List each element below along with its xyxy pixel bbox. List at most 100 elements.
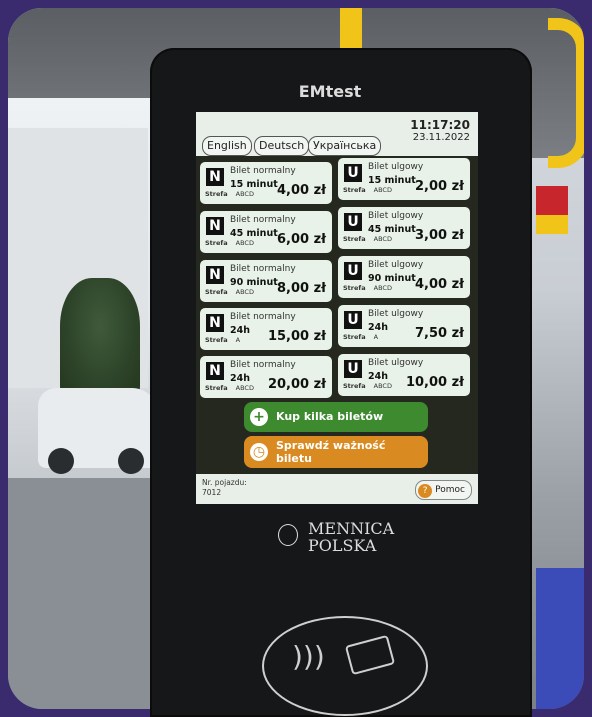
ticket-tile[interactable]: N Bilet normalny 45 minut Strefa ABCD 6,0… <box>200 211 332 253</box>
zone-value: ABCD <box>235 190 254 198</box>
help-button[interactable]: ? Pomoc <box>415 480 472 500</box>
emblem-icon <box>278 524 298 546</box>
ticket-duration: 24h <box>368 322 388 333</box>
ticket-name: Bilet normalny <box>230 312 296 322</box>
zone-label: Strefa <box>205 190 228 198</box>
ticket-tile[interactable]: U Bilet ulgowy 24h Strefa A 7,50 zł <box>338 305 470 347</box>
road <box>8 478 158 709</box>
ticket-tile[interactable]: U Bilet ulgowy 45 minut Strefa ABCD 3,00 … <box>338 207 470 249</box>
ticket-tile[interactable]: N Bilet normalny 15 minut Strefa ABCD 4,0… <box>200 162 332 204</box>
ticket-duration: 45 minut <box>230 228 278 239</box>
ticket-zone: Strefa A <box>205 336 240 344</box>
zone-value: ABCD <box>373 284 392 292</box>
logo-text: MENNICA POLSKA <box>308 520 394 554</box>
zone-value: A <box>235 336 241 344</box>
ticket-price: 10,00 zł <box>405 375 464 390</box>
lang-deutsch-button[interactable]: Deutsch <box>254 136 310 156</box>
zone-label: Strefa <box>205 239 228 247</box>
buy-multiple-label: Kup kilka biletów <box>276 410 384 423</box>
ticket-price: 4,00 zł <box>415 277 464 292</box>
contactless-reader[interactable] <box>262 616 428 716</box>
ticket-tile[interactable]: U Bilet ulgowy 24h Strefa ABCD 10,00 zł <box>338 354 470 396</box>
ticket-zone: Strefa ABCD <box>205 384 254 392</box>
ticket-zone: Strefa ABCD <box>343 235 392 243</box>
help-icon: ? <box>418 484 433 498</box>
ticket-name: Bilet ulgowy <box>368 162 424 172</box>
ticket-zone: Strefa ABCD <box>343 186 392 194</box>
ticket-tile[interactable]: N Bilet normalny 24h Strefa A 15,00 zł <box>200 308 332 350</box>
plus-icon: + <box>250 408 268 426</box>
ticket-price: 8,00 zł <box>277 281 326 296</box>
zone-value: ABCD <box>373 235 392 243</box>
zone-value: ABCD <box>235 384 254 392</box>
ticket-name: Bilet ulgowy <box>368 260 424 270</box>
touch-screen: English Deutsch Українська 11:17:20 23.1… <box>196 112 478 504</box>
car-wheel <box>118 448 144 474</box>
ticket-name: Bilet ulgowy <box>368 211 424 221</box>
ticket-duration: 24h <box>230 373 250 384</box>
lang-ukrainian-button[interactable]: Українська <box>308 136 382 156</box>
ticket-name: Bilet ulgowy <box>368 309 424 319</box>
buy-multiple-button[interactable]: + Kup kilka biletów <box>244 402 428 432</box>
device-brand: EMtest <box>298 82 362 101</box>
handrail <box>548 18 584 168</box>
ticket-name: Bilet ulgowy <box>368 358 424 368</box>
ticket-zone: Strefa ABCD <box>343 284 392 292</box>
ticket-price: 7,50 zł <box>415 326 464 341</box>
zone-value: A <box>373 333 379 341</box>
ticket-duration: 24h <box>368 371 388 382</box>
zone-value: ABCD <box>373 382 392 390</box>
ticket-zone: Strefa ABCD <box>205 190 254 198</box>
zone-label: Strefa <box>205 288 228 296</box>
ticket-duration: 15 minut <box>368 175 416 186</box>
zone-value: ABCD <box>235 239 254 247</box>
ticket-zone: Strefa ABCD <box>343 382 392 390</box>
ticket-badge: U <box>344 164 362 182</box>
ticket-zone: Strefa ABCD <box>205 288 254 296</box>
footer-bar: Nr. pojazdu: 7012 ? Pomoc <box>196 474 478 504</box>
ticket-badge: N <box>206 314 224 332</box>
vehicle-info: Nr. pojazdu: 7012 <box>202 478 247 498</box>
ticket-duration: 24h <box>230 325 250 336</box>
logo-line-2: POLSKA <box>308 536 377 555</box>
ticket-badge: U <box>344 360 362 378</box>
bus-seat <box>536 568 584 709</box>
ticket-tile[interactable]: N Bilet normalny 90 minut Strefa ABCD 8,0… <box>200 260 332 302</box>
clock-icon: ◷ <box>250 443 268 461</box>
zone-label: Strefa <box>343 333 366 341</box>
ticket-duration: 90 minut <box>230 277 278 288</box>
vehicle-label: Nr. pojazdu: <box>202 478 247 487</box>
ticket-badge: U <box>344 311 362 329</box>
zone-value: ABCD <box>235 288 254 296</box>
ticket-price: 3,00 zł <box>415 228 464 243</box>
ticket-price: 20,00 zł <box>267 377 326 392</box>
zone-label: Strefa <box>343 284 366 292</box>
clock-time: 11:17:20 <box>410 118 470 132</box>
ticket-badge: U <box>344 213 362 231</box>
ticket-badge: U <box>344 262 362 280</box>
lang-english-button[interactable]: English <box>202 136 252 156</box>
ticket-badge: N <box>206 168 224 186</box>
logo-line-1: MENNICA <box>308 519 395 538</box>
ticket-duration: 45 minut <box>368 224 416 235</box>
zone-label: Strefa <box>343 382 366 390</box>
emergency-tag <box>536 186 568 234</box>
ticket-badge: N <box>206 217 224 235</box>
ticket-price: 2,00 zł <box>415 179 464 194</box>
ticket-name: Bilet normalny <box>230 215 296 225</box>
top-bar: English Deutsch Українська 11:17:20 23.1… <box>196 112 478 156</box>
ticket-duration: 15 minut <box>230 179 278 190</box>
vehicle-number: 7012 <box>202 488 222 497</box>
ticket-tile[interactable]: N Bilet normalny 24h Strefa ABCD 20,00 zł <box>200 356 332 398</box>
ticket-tile[interactable]: U Bilet ulgowy 15 minut Strefa ABCD 2,00 … <box>338 158 470 200</box>
ticket-badge: N <box>206 266 224 284</box>
help-label: Pomoc <box>435 485 465 495</box>
ticket-tile[interactable]: U Bilet ulgowy 90 minut Strefa ABCD 4,00 … <box>338 256 470 298</box>
ticket-price: 15,00 zł <box>267 329 326 344</box>
ticket-zone: Strefa A <box>343 333 378 341</box>
ticket-duration: 90 minut <box>368 273 416 284</box>
check-validity-label: Sprawdź ważność biletu <box>276 439 386 465</box>
ticket-name: Bilet normalny <box>230 360 296 370</box>
zone-label: Strefa <box>343 235 366 243</box>
check-validity-button[interactable]: ◷ Sprawdź ważność biletu <box>244 436 428 468</box>
